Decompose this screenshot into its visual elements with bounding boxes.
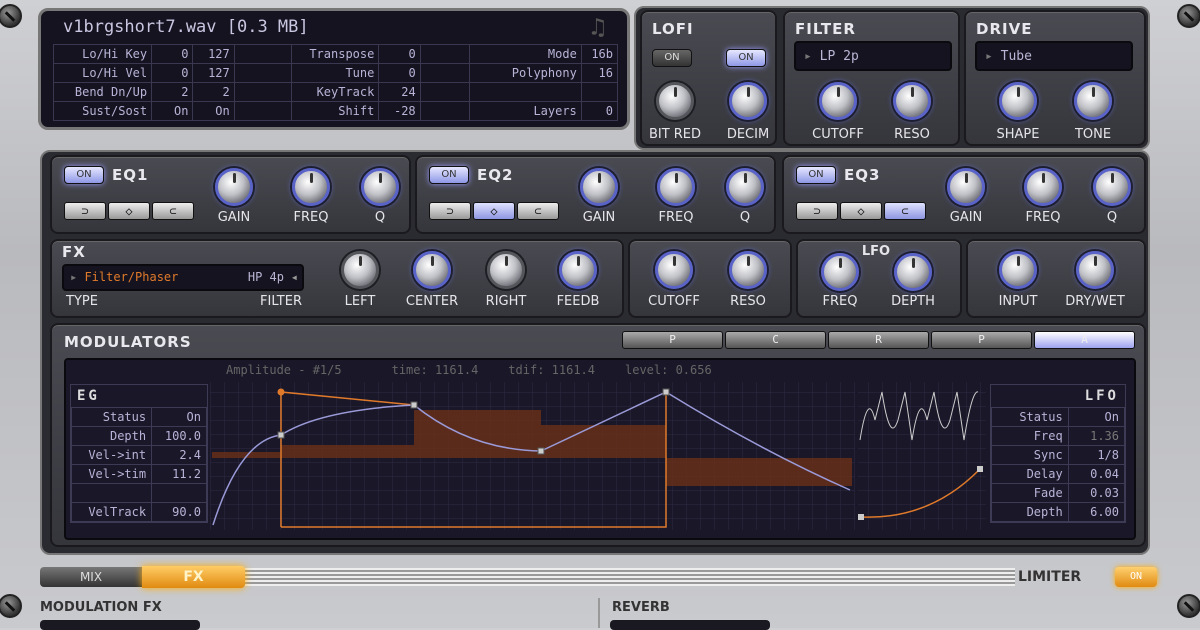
mix-button[interactable]: MIX xyxy=(40,567,142,587)
reverb-display xyxy=(610,620,770,630)
section-divider xyxy=(598,598,600,628)
modulation-fx-display xyxy=(40,620,200,630)
limiter-on-button[interactable]: ON xyxy=(1115,567,1157,587)
modulation-fx-title: MODULATION FX xyxy=(40,600,162,615)
fx-button[interactable]: FX xyxy=(142,566,245,588)
envelope-editor[interactable] xyxy=(0,0,1200,628)
orange-point[interactable] xyxy=(278,389,285,396)
limiter-label: LIMITER xyxy=(1018,569,1081,585)
reverb-title: REVERB xyxy=(612,600,670,615)
bottom-rail xyxy=(245,568,1015,586)
